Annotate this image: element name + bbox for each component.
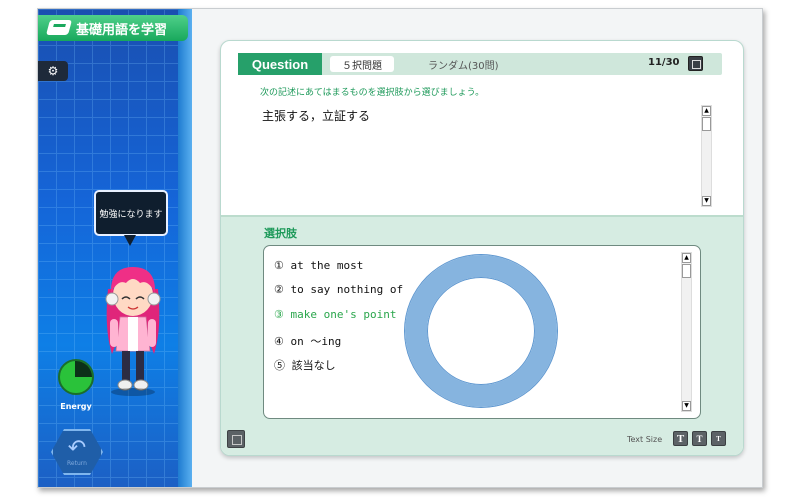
question-mode: ランダム(30問) bbox=[428, 61, 499, 72]
text-size-label: Text Size bbox=[627, 435, 663, 444]
speech-bubble: 勉強になります bbox=[94, 190, 168, 236]
choice-4[interactable]: ④ on ～ing bbox=[274, 333, 341, 349]
app-title-bar: 基礎用語を学習 bbox=[38, 15, 188, 41]
choice-mark: ① bbox=[274, 259, 284, 272]
choice-5[interactable]: ⑤ 該当なし bbox=[274, 357, 336, 373]
app-title: 基礎用語を学習 bbox=[76, 22, 168, 38]
text-size-large-button[interactable]: T bbox=[673, 431, 688, 446]
scroll-up-arrow-icon[interactable]: ▲ bbox=[702, 106, 711, 116]
speech-bubble-text: 勉強になります bbox=[99, 209, 163, 220]
text-size-medium-button[interactable]: T bbox=[692, 431, 707, 446]
choice-text: at the most bbox=[290, 259, 364, 272]
choice-3[interactable]: ③ make one's point bbox=[274, 308, 396, 321]
choice-mark: ⑤ bbox=[274, 359, 285, 372]
settings-button[interactable]: ⚙ bbox=[38, 61, 68, 81]
question-list-icon[interactable] bbox=[688, 56, 703, 71]
question-scrollbar[interactable]: ▲ ▼ bbox=[701, 105, 712, 207]
question-instruction: 次の記述にあてはまるものを選択肢から選びましょう。 bbox=[260, 88, 485, 98]
choice-text: make one's point bbox=[290, 308, 397, 321]
app-window: 基礎用語を学習 ⚙ 勉強になります Energy ↶ Return Questi… bbox=[37, 8, 763, 488]
return-arrow-icon: ↶ bbox=[67, 435, 87, 461]
speech-bubble-tail bbox=[124, 235, 136, 246]
question-card: Question ５択問題 ランダム(30問) 11/30 次の記述にあてはまる… bbox=[220, 40, 744, 456]
choice-text: 該当なし bbox=[291, 359, 336, 372]
character-avatar bbox=[105, 267, 161, 396]
choice-1[interactable]: ① at the most bbox=[274, 259, 363, 272]
gear-icon: ⚙ bbox=[47, 64, 59, 78]
energy-gauge bbox=[58, 359, 94, 395]
question-tag: Question bbox=[238, 53, 322, 75]
choice-mark: ② bbox=[274, 283, 284, 296]
scroll-up-arrow-icon[interactable]: ▲ bbox=[682, 253, 691, 263]
choice-2[interactable]: ② to say nothing of bbox=[274, 283, 403, 296]
return-label: Return bbox=[67, 459, 87, 467]
choice-mark: ③ bbox=[274, 308, 284, 321]
sidebar-edge bbox=[178, 9, 192, 487]
choices-label: 選択肢 bbox=[264, 227, 297, 240]
answer-ring-icon bbox=[405, 255, 557, 407]
choice-mark: ④ bbox=[274, 335, 284, 348]
choices-list: ① at the most ② to say nothing of ③ make… bbox=[263, 245, 701, 419]
choice-text: on ～ing bbox=[290, 335, 342, 348]
text-size-small-button[interactable]: T bbox=[711, 431, 726, 446]
fullscreen-button[interactable] bbox=[227, 430, 245, 448]
question-header: Question ５択問題 ランダム(30問) 11/30 bbox=[238, 53, 722, 75]
scroll-down-arrow-icon[interactable]: ▼ bbox=[702, 196, 711, 206]
question-counter: 11/30 bbox=[648, 57, 680, 68]
choices-scrollbar[interactable]: ▲ ▼ bbox=[681, 252, 692, 412]
scroll-thumb[interactable] bbox=[682, 264, 691, 278]
scroll-down-arrow-icon[interactable]: ▼ bbox=[682, 401, 691, 411]
scroll-thumb[interactable] bbox=[702, 117, 711, 131]
energy-label: Energy bbox=[60, 402, 92, 411]
choice-text: to say nothing of bbox=[290, 283, 404, 296]
app-logo-icon bbox=[45, 20, 73, 35]
question-text: 主張する，立証する bbox=[262, 109, 371, 123]
question-type-badge: ５択問題 bbox=[330, 56, 394, 72]
choices-area: 選択肢 ① at the most ② to say nothing of ③ … bbox=[221, 215, 743, 455]
